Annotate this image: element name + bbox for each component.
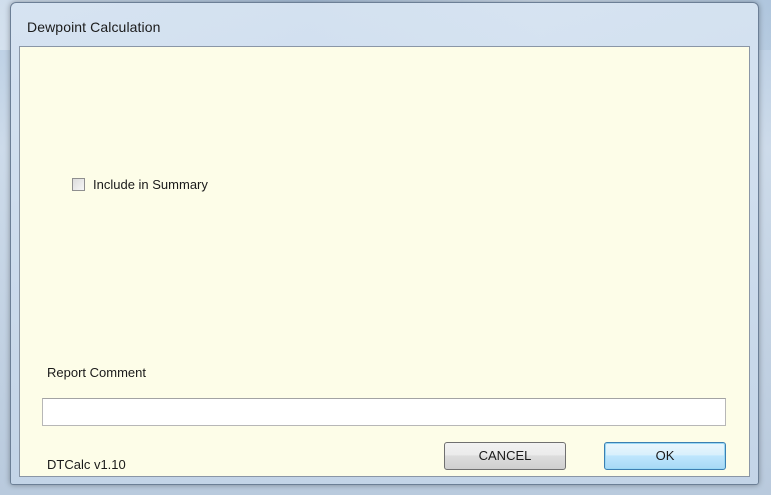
dialog-window: Dewpoint Calculation Include in Summary … bbox=[10, 2, 759, 485]
version-label: DTCalc v1.10 bbox=[47, 457, 126, 472]
window-title: Dewpoint Calculation bbox=[27, 19, 161, 35]
dialog-client-area: Include in Summary Report Comment DTCalc… bbox=[19, 46, 750, 477]
include-in-summary-label[interactable]: Include in Summary bbox=[93, 177, 208, 192]
report-comment-input[interactable] bbox=[42, 398, 726, 426]
include-in-summary-option[interactable]: Include in Summary bbox=[72, 177, 208, 192]
title-bar[interactable]: Dewpoint Calculation bbox=[11, 3, 758, 47]
report-comment-label: Report Comment bbox=[47, 365, 146, 380]
ok-button[interactable]: OK bbox=[604, 442, 726, 470]
cancel-button[interactable]: CANCEL bbox=[444, 442, 566, 470]
include-in-summary-checkbox[interactable] bbox=[72, 178, 85, 191]
